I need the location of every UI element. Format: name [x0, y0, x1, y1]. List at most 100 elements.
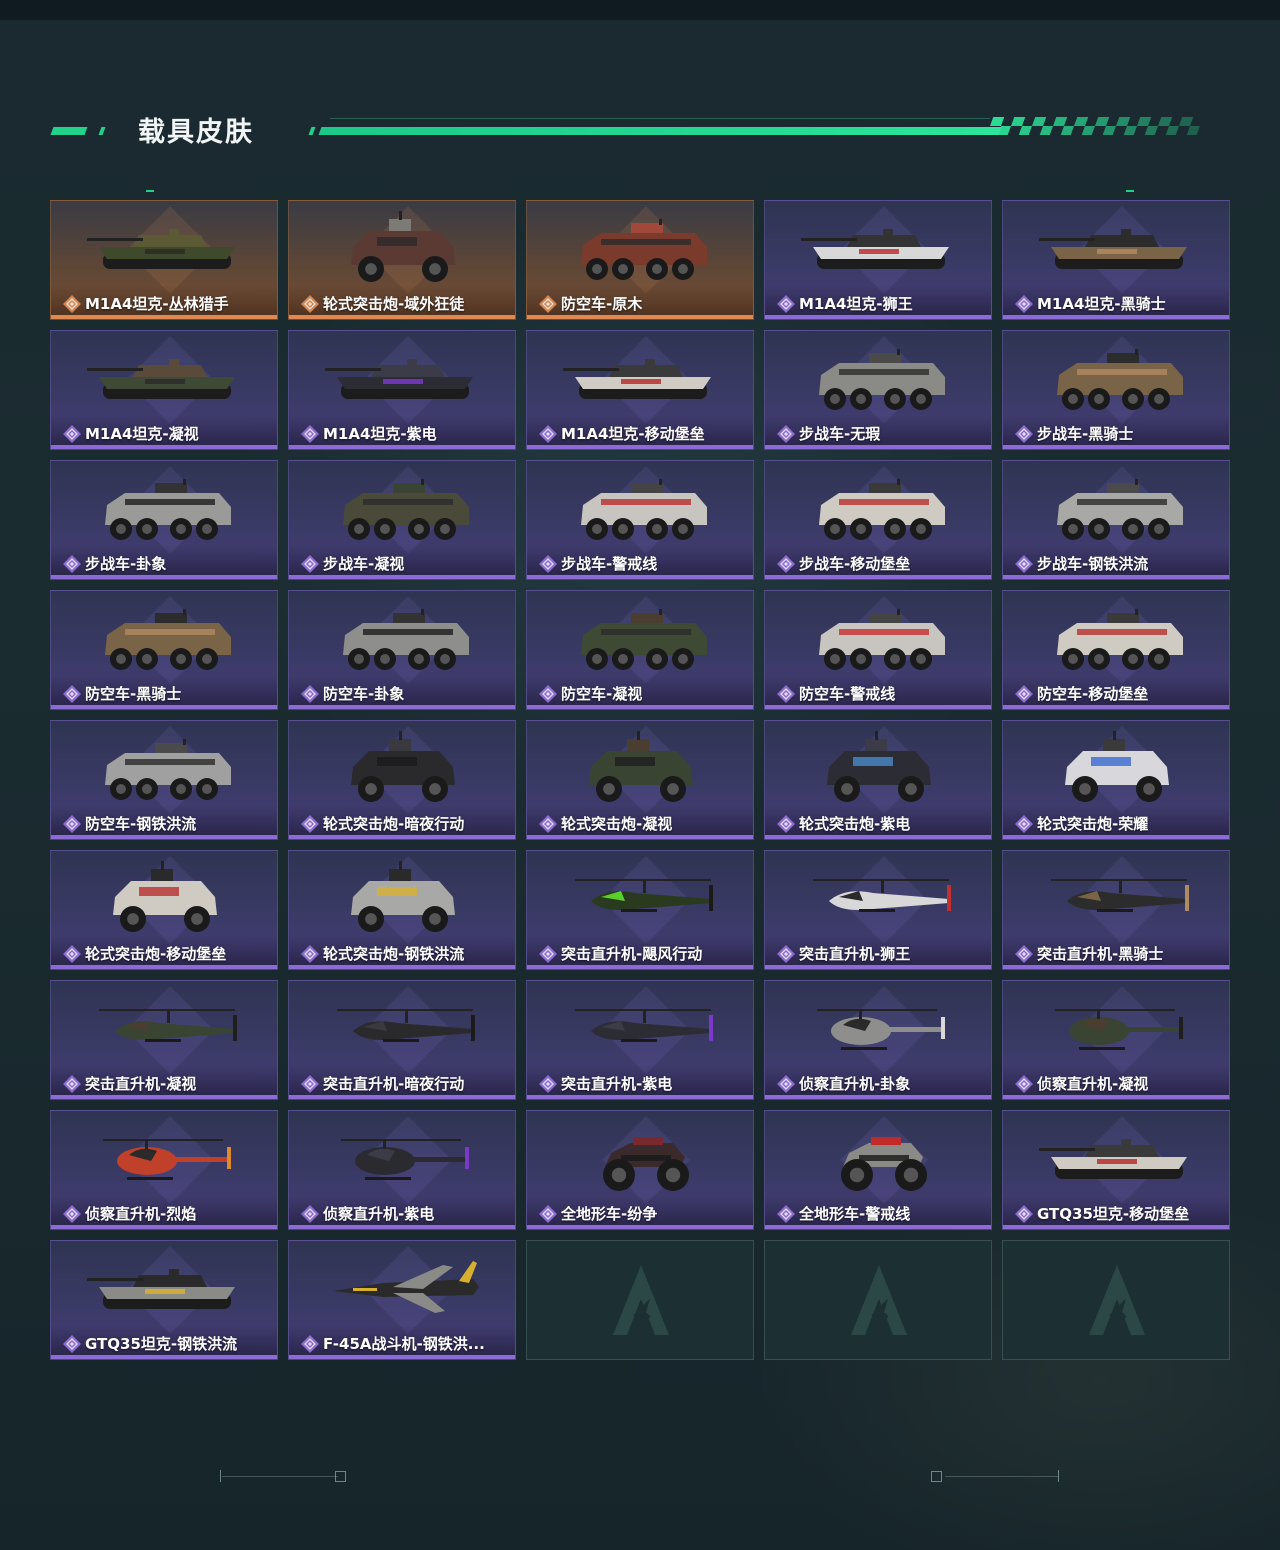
skin-card[interactable]: GTQ35坦克-钢铁洪流: [50, 1240, 278, 1360]
rarity-diamond-icon: [63, 295, 81, 313]
rarity-diamond-icon: [539, 555, 557, 573]
rarity-bar: [289, 1225, 515, 1229]
skin-card[interactable]: 步战车-无瑕: [764, 330, 992, 450]
skin-card[interactable]: 轮式突击炮-紫电: [764, 720, 992, 840]
skin-card[interactable]: F-45A战斗机-钢铁洪...: [288, 1240, 516, 1360]
scout-heli-icon: [817, 1009, 945, 1050]
skin-card[interactable]: M1A4坦克-凝视: [50, 330, 278, 450]
skin-card[interactable]: 轮式突击炮-域外狂徒: [288, 200, 516, 320]
skin-name: 全地形车-警戒线: [799, 1205, 911, 1223]
skin-card[interactable]: 步战车-凝视: [288, 460, 516, 580]
apc-icon: [819, 609, 945, 670]
atv-icon: [603, 1137, 689, 1191]
skin-name: GTQ35坦克-移动堡垒: [1037, 1205, 1190, 1223]
tank-icon: [1039, 1139, 1187, 1179]
skin-card[interactable]: 突击直升机-黑骑士: [1002, 850, 1230, 970]
attack-heli-icon: [575, 1009, 713, 1042]
skin-card[interactable]: M1A4坦克-丛林猎手: [50, 200, 278, 320]
skin-card[interactable]: 步战车-钢铁洪流: [1002, 460, 1230, 580]
armored-car-icon: [113, 861, 217, 932]
skin-card[interactable]: 突击直升机-飓风行动: [526, 850, 754, 970]
skin-card[interactable]: 防空车-黑骑士: [50, 590, 278, 710]
skin-card[interactable]: 突击直升机-暗夜行动: [288, 980, 516, 1100]
armored-car-icon: [1065, 731, 1169, 802]
skin-card[interactable]: GTQ35坦克-移动堡垒: [1002, 1110, 1230, 1230]
rarity-diamond-icon: [63, 685, 81, 703]
skin-name: F-45A战斗机-钢铁洪...: [323, 1335, 485, 1353]
skin-name: 侦察直升机-凝视: [1037, 1075, 1149, 1093]
skin-name: 突击直升机-飓风行动: [561, 945, 703, 963]
rarity-bar: [527, 705, 753, 709]
section-header: 载具皮肤: [0, 100, 1280, 160]
skin-name: M1A4坦克-丛林猎手: [85, 295, 229, 313]
skin-card[interactable]: 轮式突击炮-凝视: [526, 720, 754, 840]
corner-tick-left: [146, 190, 154, 192]
skin-card[interactable]: 侦察直升机-烈焰: [50, 1110, 278, 1230]
skin-card[interactable]: 防空车-凝视: [526, 590, 754, 710]
skin-card[interactable]: 侦察直升机-卦象: [764, 980, 992, 1100]
header-accent-line: [318, 127, 1002, 135]
skin-card[interactable]: 步战车-卦象: [50, 460, 278, 580]
skin-card[interactable]: 步战车-移动堡垒: [764, 460, 992, 580]
skin-card[interactable]: 轮式突击炮-暗夜行动: [288, 720, 516, 840]
footer-tick-right: [1058, 1470, 1059, 1482]
rarity-bar: [289, 835, 515, 839]
skin-card[interactable]: 侦察直升机-凝视: [1002, 980, 1230, 1100]
rarity-diamond-icon: [301, 295, 319, 313]
skin-card[interactable]: 轮式突击炮-移动堡垒: [50, 850, 278, 970]
jet-icon: [333, 1261, 479, 1313]
skin-card[interactable]: 防空车-卦象: [288, 590, 516, 710]
skin-card[interactable]: 防空车-钢铁洪流: [50, 720, 278, 840]
rarity-diamond-icon: [301, 425, 319, 443]
header-dash-small: [98, 127, 106, 135]
skin-name: 防空车-凝视: [561, 685, 643, 703]
armored-car-icon: [351, 731, 455, 802]
rarity-bar: [527, 315, 753, 319]
rarity-diamond-icon: [63, 1075, 81, 1093]
skin-card[interactable]: M1A4坦克-狮王: [764, 200, 992, 320]
skin-card[interactable]: M1A4坦克-紫电: [288, 330, 516, 450]
skin-card[interactable]: 防空车-警戒线: [764, 590, 992, 710]
skin-card[interactable]: 防空车-原木: [526, 200, 754, 320]
rarity-bar: [1003, 835, 1229, 839]
skin-name: 突击直升机-狮王: [799, 945, 911, 963]
skin-name: 步战车-卦象: [85, 555, 167, 573]
rarity-bar: [527, 965, 753, 969]
skin-card[interactable]: 突击直升机-凝视: [50, 980, 278, 1100]
skin-name: 防空车-警戒线: [799, 685, 896, 703]
skin-card[interactable]: 突击直升机-紫电: [526, 980, 754, 1100]
rarity-diamond-icon: [301, 555, 319, 573]
skin-card[interactable]: 步战车-警戒线: [526, 460, 754, 580]
skin-card[interactable]: 侦察直升机-紫电: [288, 1110, 516, 1230]
rarity-bar: [51, 1095, 277, 1099]
rarity-diamond-icon: [301, 945, 319, 963]
tank-icon: [1039, 229, 1187, 269]
armored-car-icon: [351, 861, 455, 932]
rarity-bar: [1003, 1095, 1229, 1099]
skin-name: 步战车-移动堡垒: [799, 555, 911, 573]
skin-card[interactable]: 步战车-黑骑士: [1002, 330, 1230, 450]
rarity-diamond-icon: [1015, 555, 1033, 573]
skin-card[interactable]: 轮式突击炮-荣耀: [1002, 720, 1230, 840]
skin-card[interactable]: 全地形车-警戒线: [764, 1110, 992, 1230]
skin-card[interactable]: 防空车-移动堡垒: [1002, 590, 1230, 710]
rarity-diamond-icon: [1015, 685, 1033, 703]
rarity-diamond-icon: [63, 1335, 81, 1353]
rarity-bar: [289, 965, 515, 969]
footer-line-right: [945, 1476, 1058, 1477]
skin-card[interactable]: 全地形车-纷争: [526, 1110, 754, 1230]
rarity-diamond-icon: [301, 685, 319, 703]
skin-name: 步战车-黑骑士: [1037, 425, 1134, 443]
skin-name: 轮式突击炮-凝视: [561, 815, 673, 833]
rarity-bar: [527, 1095, 753, 1099]
apc-icon: [105, 609, 231, 670]
skin-name: 轮式突击炮-荣耀: [1037, 815, 1149, 833]
skin-card[interactable]: M1A4坦克-移动堡垒: [526, 330, 754, 450]
attack-heli-icon: [575, 879, 713, 912]
rarity-diamond-icon: [539, 425, 557, 443]
skin-card[interactable]: 突击直升机-狮王: [764, 850, 992, 970]
skin-card[interactable]: 轮式突击炮-钢铁洪流: [288, 850, 516, 970]
skin-card[interactable]: M1A4坦克-黑骑士: [1002, 200, 1230, 320]
rarity-bar: [765, 445, 991, 449]
rarity-diamond-icon: [1015, 815, 1033, 833]
